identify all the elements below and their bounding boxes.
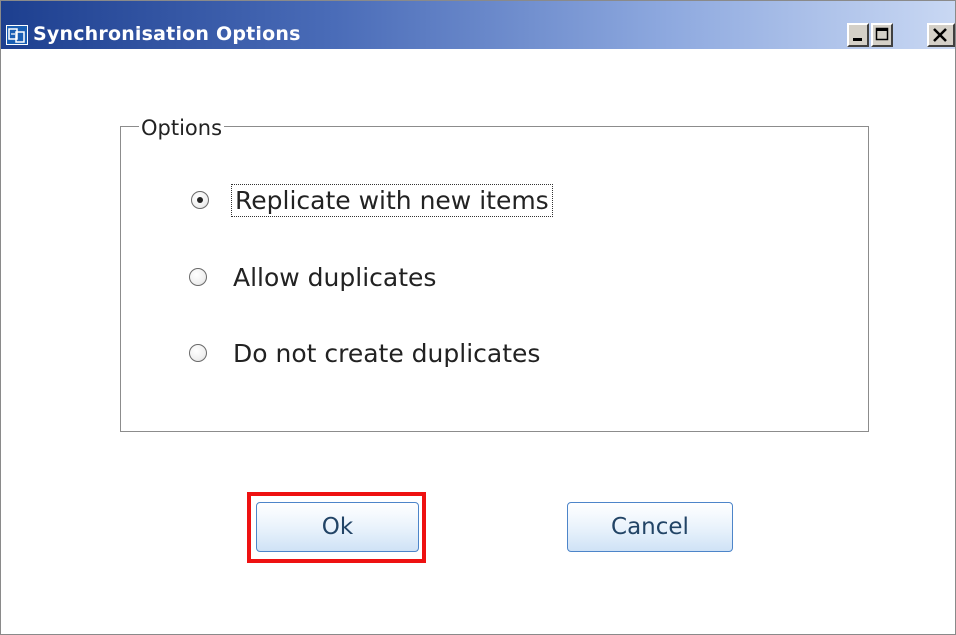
radio-label: Replicate with new items	[231, 183, 553, 217]
radio-replicate-with-new-items[interactable]: Replicate with new items	[191, 183, 553, 217]
window-title: Synchronisation Options	[33, 23, 301, 45]
radio-label: Allow duplicates	[233, 262, 437, 292]
radio-do-not-create-duplicates[interactable]: Do not create duplicates	[189, 336, 543, 370]
radio-allow-duplicates[interactable]: Allow duplicates	[189, 260, 439, 294]
ok-button-highlight	[247, 492, 426, 563]
maximize-button[interactable]	[871, 23, 893, 47]
options-group-label: Options	[139, 115, 225, 141]
close-button[interactable]	[927, 23, 955, 47]
radio-button[interactable]	[189, 344, 207, 362]
radio-button[interactable]	[189, 268, 207, 286]
cancel-button[interactable]: Cancel	[567, 502, 733, 552]
application-icon[interactable]	[6, 25, 28, 45]
title-bar[interactable]: Synchronisation Options	[1, 1, 955, 49]
radio-button-checked[interactable]	[191, 191, 209, 209]
radio-label: Do not create duplicates	[233, 338, 541, 368]
dialog-window: Synchronisation Options Options Replicat…	[0, 0, 956, 635]
minimize-button[interactable]	[847, 23, 869, 47]
